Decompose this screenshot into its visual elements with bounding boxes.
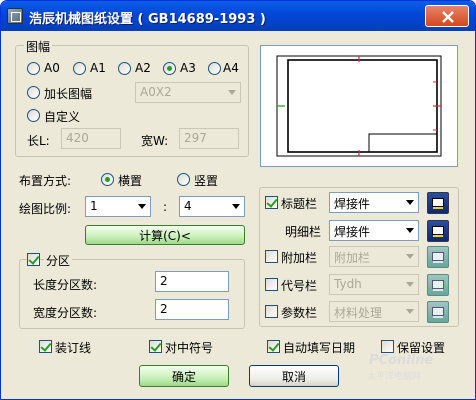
scale-label: 绘图比例:: [19, 202, 72, 216]
radio-a3-label: A3: [180, 61, 196, 75]
sheet-preview: [260, 45, 458, 167]
close-button[interactable]: [425, 5, 469, 27]
chevron-down-icon: [227, 197, 244, 216]
window-title: 浩辰机械图纸设置 ( GB14689-1993 ): [29, 12, 266, 27]
radio-a1-label: A1: [90, 61, 106, 75]
binding-line-label: 装订线: [55, 341, 92, 355]
center-mark-label: 对中符号: [165, 341, 214, 355]
detail-block-select[interactable]: 焊接件: [329, 220, 419, 241]
scale-separator: :: [163, 200, 168, 214]
param-block-select[interactable]: 材料处理: [329, 301, 419, 322]
ok-button[interactable]: 确定: [139, 365, 229, 387]
zone-length-label: 长度分区数:: [33, 278, 98, 292]
close-icon: [442, 11, 454, 23]
param-block-label: 参数栏: [281, 306, 318, 320]
radio-a0-label: A0: [44, 61, 60, 75]
zone-length-input[interactable]: 2: [155, 271, 229, 292]
param-block-value: 材料处理: [334, 306, 383, 320]
length-input[interactable]: 420: [61, 128, 121, 149]
auto-date-checkbox[interactable]: [267, 340, 280, 353]
sheet-size-group-label: 图幅: [24, 38, 53, 55]
custom-size-label: 自定义: [44, 110, 81, 124]
chevron-down-icon: [133, 197, 150, 216]
keep-settings-checkbox[interactable]: [381, 340, 394, 353]
detail-block-edit-icon[interactable]: [427, 220, 449, 242]
title-block-value: 焊接件: [334, 197, 371, 211]
zoning-label: 分区: [44, 252, 73, 269]
extended-size-select[interactable]: A0X2: [135, 82, 241, 103]
landscape-label: 横置: [118, 174, 143, 188]
chevron-down-icon: [401, 302, 418, 321]
watermark-logo: PConline: [369, 353, 434, 368]
title-block-edit-icon[interactable]: [427, 192, 449, 214]
portrait-label: 竖置: [194, 174, 219, 188]
radio-landscape[interactable]: [101, 173, 114, 186]
extended-size-value: A0X2: [140, 85, 172, 99]
radio-portrait[interactable]: [177, 173, 190, 186]
watermark-subtitle: 太平洋电脑网: [367, 372, 422, 382]
code-block-edit-icon[interactable]: [427, 274, 449, 296]
param-block-edit-icon[interactable]: [427, 301, 449, 323]
radio-a4[interactable]: [208, 62, 221, 75]
scale-left-select[interactable]: 1: [85, 196, 151, 217]
binding-line-checkbox[interactable]: [39, 340, 52, 353]
code-block-checkbox[interactable]: [265, 278, 278, 291]
preview-drawing: [276, 55, 442, 157]
extra-block-checkbox[interactable]: [265, 250, 278, 263]
cancel-button[interactable]: 取消: [249, 365, 339, 387]
code-block-select[interactable]: Tydh: [329, 274, 419, 295]
radio-a0[interactable]: [27, 62, 40, 75]
code-block-value: Tydh: [334, 277, 362, 291]
center-mark-checkbox[interactable]: [149, 340, 162, 353]
title-bar[interactable]: 浩辰机械图纸设置 ( GB14689-1993 ): [1, 1, 475, 31]
code-block-label: 代号栏: [281, 279, 318, 293]
layout-label: 布置方式:: [19, 174, 72, 188]
chevron-down-icon: [401, 221, 418, 240]
auto-date-label: 自动填写日期: [283, 341, 356, 355]
scale-right-value: 4: [184, 199, 192, 213]
title-block-select[interactable]: 焊接件: [329, 192, 419, 213]
calculate-button[interactable]: 计算(C)<: [85, 225, 245, 245]
extended-size-label: 加长图幅: [44, 87, 93, 101]
extra-block-select[interactable]: 附加栏: [329, 246, 419, 267]
radio-extended-size[interactable]: [27, 86, 40, 99]
extra-block-edit-icon[interactable]: [427, 246, 449, 268]
title-block-checkbox[interactable]: [265, 196, 278, 209]
chevron-down-icon: [223, 83, 240, 102]
detail-block-value: 焊接件: [334, 225, 371, 239]
radio-custom-size[interactable]: [27, 109, 40, 122]
length-label: 长L:: [27, 134, 50, 148]
width-label: 宽W:: [141, 134, 169, 148]
radio-a2-label: A2: [135, 61, 151, 75]
detail-block-label: 明细栏: [285, 225, 322, 239]
zone-width-label: 宽度分区数:: [33, 306, 98, 320]
radio-a3[interactable]: [163, 62, 176, 75]
zoning-checkbox[interactable]: [27, 253, 40, 266]
dialog-window: 浩辰机械图纸设置 ( GB14689-1993 ) 图幅 A0 A1 A2 A3…: [0, 0, 476, 400]
title-block-label: 标题栏: [281, 197, 318, 211]
extra-block-value: 附加栏: [334, 251, 371, 265]
chevron-down-icon: [401, 275, 418, 294]
width-input[interactable]: 297: [179, 128, 239, 149]
radio-a4-label: A4: [223, 61, 239, 75]
app-icon: [7, 8, 23, 24]
scale-right-select[interactable]: 4: [179, 196, 245, 217]
chevron-down-icon: [401, 193, 418, 212]
radio-a1[interactable]: [73, 62, 86, 75]
zone-width-input[interactable]: 2: [155, 299, 229, 320]
scale-left-value: 1: [90, 199, 98, 213]
radio-a2[interactable]: [118, 62, 131, 75]
param-block-checkbox[interactable]: [265, 305, 278, 318]
extra-block-label: 附加栏: [281, 251, 318, 265]
chevron-down-icon: [401, 247, 418, 266]
